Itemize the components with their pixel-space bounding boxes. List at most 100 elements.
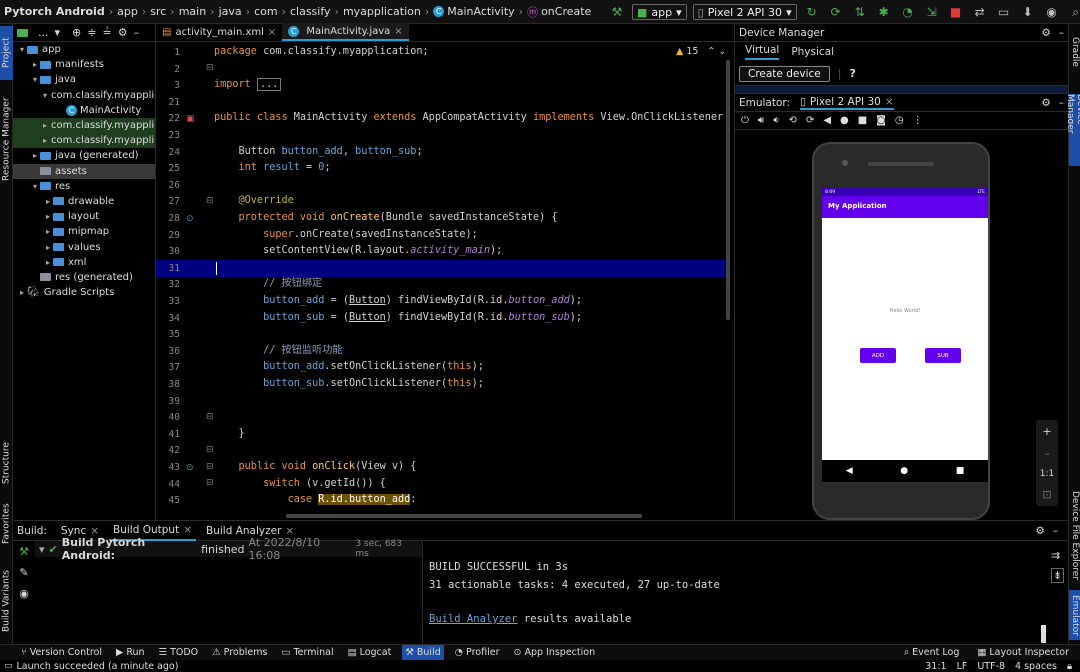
fold-icon[interactable]: ⊟ <box>206 412 214 422</box>
line-number[interactable]: 37 <box>156 362 180 373</box>
breadcrumb-item[interactable]: main <box>179 5 206 18</box>
tree-item[interactable]: ▸ manifests <box>13 57 155 72</box>
editor-tab[interactable]: ▤ activity_main.xml × <box>156 23 282 41</box>
line-number[interactable]: 42 <box>156 445 180 456</box>
chevron-icon[interactable]: ▸ <box>43 227 53 236</box>
line-number[interactable]: 36 <box>156 346 180 357</box>
fold-icon[interactable]: ⊟ <box>206 478 214 488</box>
tree-item[interactable]: ▾ com.classify.myapplic <box>13 88 155 103</box>
help-icon[interactable]: ? <box>849 67 855 80</box>
nav-recents-icon[interactable]: ■ <box>956 466 965 476</box>
tool-window-button[interactable]: ⑂ Version Control <box>18 645 105 661</box>
chevron-icon[interactable]: ▸ <box>17 288 27 297</box>
apply-code-icon[interactable]: ⇅ <box>851 3 869 21</box>
sync-gradle-icon[interactable]: ⇄ <box>971 3 989 21</box>
chevron-icon[interactable]: ▸ <box>43 197 53 206</box>
fold-icon[interactable]: ⊟ <box>206 462 214 472</box>
breadcrumb-item[interactable]: Pytorch Android <box>4 5 105 18</box>
settings-icon[interactable]: ⚙ <box>1035 525 1044 537</box>
line-number[interactable]: 30 <box>156 246 180 257</box>
zoom-ratio-button[interactable]: 1:1 <box>1040 469 1054 479</box>
profile-icon[interactable]: ◔ <box>899 3 917 21</box>
chevron-icon[interactable]: ▸ <box>43 121 47 130</box>
project-view-select[interactable]: ... <box>38 26 49 39</box>
chevron-icon[interactable]: ▾ <box>30 75 40 84</box>
resource-manager-tool-tab[interactable]: Resource Manager <box>0 84 13 194</box>
emulator-screen[interactable]: 8:09 LTE My Application Hello World! ADD… <box>822 188 988 460</box>
collapse-icon[interactable]: ≑ <box>87 26 96 39</box>
chevron-down-icon[interactable]: ▾ <box>55 26 61 39</box>
breadcrumb-item[interactable]: myapplication <box>343 5 421 18</box>
chevron-down-icon[interactable]: ⌄ <box>718 46 726 57</box>
tool-window-button[interactable]: ☰ TODO <box>156 645 202 661</box>
chevron-icon[interactable]: ▾ <box>30 182 40 191</box>
tree-item[interactable]: res (generated) <box>13 270 155 285</box>
device-file-explorer-tool-tab[interactable]: Device File Explorer <box>1069 486 1080 586</box>
gutter-marker-icon[interactable]: ⊙ <box>186 214 194 224</box>
tree-item[interactable]: ▸ mipmap <box>13 224 155 239</box>
close-icon[interactable]: × <box>394 26 402 37</box>
rotate-right-icon[interactable]: ⟳ <box>806 115 814 126</box>
tree-item[interactable]: ▸ com.classify.myapplica <box>13 117 155 134</box>
line-number[interactable]: 40 <box>156 412 180 423</box>
sub-button[interactable]: SUB <box>925 348 961 363</box>
breadcrumb-item[interactable]: classify <box>290 5 331 18</box>
emulator-tool-tab[interactable]: Emulator <box>1069 590 1080 640</box>
tree-item[interactable]: ▸ values <box>13 239 155 254</box>
hide-icon[interactable]: – <box>1059 97 1064 109</box>
pin-icon[interactable]: ✎ <box>19 566 28 579</box>
breadcrumb-item[interactable]: src <box>150 5 166 18</box>
close-icon[interactable]: × <box>885 96 894 108</box>
structure-tool-tab[interactable]: Structure <box>0 434 13 492</box>
power-icon[interactable]: ⏻ <box>741 115 749 126</box>
tool-window-button[interactable]: ⊙ App Inspection <box>510 645 598 661</box>
home-icon[interactable]: ● <box>840 115 849 126</box>
eye-icon[interactable]: ◉ <box>19 587 29 600</box>
screenshot-icon[interactable]: ◙ <box>876 115 886 126</box>
run-config-select[interactable]: ■ app ▾ <box>632 4 687 20</box>
expand-icon[interactable]: ≟ <box>102 26 111 39</box>
chevron-down-icon[interactable]: ▾ <box>39 543 45 556</box>
code-area[interactable]: package com.classify.myapplication; impor… <box>214 42 726 520</box>
line-number[interactable]: 45 <box>156 495 180 506</box>
tree-item[interactable]: ▸ com.classify.myapplica <box>13 133 155 149</box>
create-device-button[interactable]: Create device <box>739 65 830 82</box>
tool-window-button[interactable]: ▭ Terminal <box>278 645 336 661</box>
tree-item[interactable]: assets <box>13 163 155 179</box>
build-variants-tool-tab[interactable]: Build Variants <box>0 562 13 640</box>
search-icon[interactable]: ⌕ <box>1067 3 1080 21</box>
gutter-marker-icon[interactable]: ▣ <box>186 114 195 124</box>
settings-icon[interactable]: ⚙ <box>118 26 128 39</box>
indent-setting[interactable]: 4 spaces <box>1015 661 1057 672</box>
hide-icon[interactable]: – <box>1053 525 1058 537</box>
tree-item[interactable]: ▸ drawable <box>13 194 155 209</box>
volume-up-icon[interactable]: 🔊︎ <box>758 115 764 126</box>
tree-item[interactable]: ▸ 🐘︎ Gradle Scripts <box>13 285 155 300</box>
hide-icon[interactable]: – <box>134 26 140 39</box>
snapshot-icon[interactable]: ◷ <box>895 115 904 126</box>
hide-icon[interactable]: – <box>1059 27 1064 39</box>
breadcrumb-item[interactable]: onCreate <box>541 5 591 18</box>
console-scrollbar[interactable] <box>1041 625 1046 643</box>
fold-icon[interactable]: ⊟ <box>206 196 214 206</box>
line-number[interactable]: 1 <box>156 47 180 58</box>
build-console[interactable]: BUILD SUCCESSFUL in 3s 31 actionable tas… <box>429 541 1039 645</box>
lock-icon[interactable]: 🔒︎ <box>1067 661 1072 672</box>
sdk-manager-icon[interactable]: ⬇ <box>1019 3 1037 21</box>
breadcrumb-item[interactable]: app <box>117 5 138 18</box>
gradle-tool-tab[interactable]: Gradle <box>1069 32 1080 72</box>
vertical-scrollbar[interactable] <box>726 60 730 320</box>
breadcrumb-item[interactable]: MainActivity <box>447 5 514 18</box>
favorites-tool-tab[interactable]: Favorites <box>0 498 13 550</box>
inspection-widget[interactable]: ▲ 15 ⌃ ⌄ <box>676 46 726 57</box>
device-manager-tool-tab[interactable]: Device Manager <box>1065 94 1080 166</box>
chevron-icon[interactable]: ▸ <box>30 60 40 69</box>
line-separator[interactable]: LF <box>957 661 968 672</box>
fold-icon[interactable]: ⊟ <box>206 445 214 455</box>
emulator-tab[interactable]: ▯ Pixel 2 API 30 × <box>800 96 894 110</box>
file-encoding[interactable]: UTF-8 <box>977 661 1005 672</box>
tool-window-button[interactable]: ▦ Layout Inspector <box>974 645 1072 661</box>
line-number[interactable]: 27 <box>156 196 180 207</box>
more-icon[interactable]: ⋮ <box>913 115 923 126</box>
account-icon[interactable]: ◉ <box>1043 3 1061 21</box>
